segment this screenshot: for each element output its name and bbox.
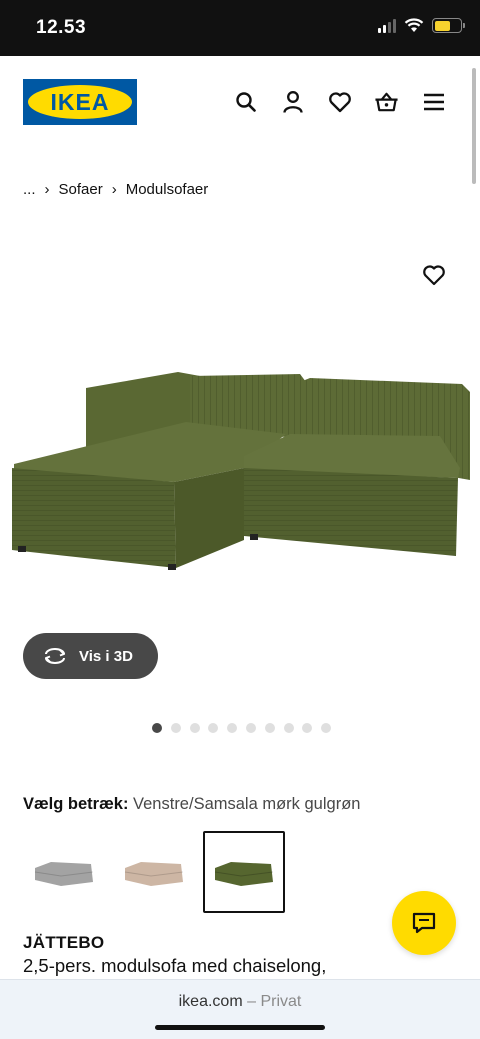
home-indicator[interactable] (155, 1025, 325, 1030)
rotate-3d-icon (45, 648, 65, 664)
product-name: JÄTTEBO (23, 933, 105, 952)
breadcrumb-item-sofaer[interactable]: Sofaer (59, 181, 103, 198)
status-time: 12.53 (36, 17, 87, 38)
cover-swatches (23, 831, 285, 913)
gallery-dot[interactable] (189, 723, 200, 733)
gallery-dot[interactable] (227, 723, 238, 733)
signal-icon (378, 18, 396, 33)
chat-icon (412, 912, 436, 934)
gallery-dot[interactable] (170, 723, 181, 733)
cover-label-heading: Vælg betræk: (23, 795, 129, 813)
status-icons (378, 18, 465, 33)
gallery-dot[interactable] (245, 723, 256, 733)
view-in-3d-button[interactable]: Vis i 3D (23, 633, 158, 679)
url-text[interactable]: ikea.com – Privat (0, 993, 480, 1011)
heart-icon[interactable] (327, 89, 352, 114)
wifi-icon (404, 18, 424, 32)
chat-button[interactable] (392, 891, 456, 955)
chevron-right-icon: › (111, 181, 117, 198)
battery-icon (432, 18, 465, 33)
breadcrumb: ... › Sofaer › Modulsofaer (23, 181, 208, 198)
ikea-logo[interactable]: IKEA (23, 79, 137, 125)
gallery-pagination (152, 723, 332, 733)
user-icon[interactable] (280, 89, 305, 114)
gallery-dot[interactable] (283, 723, 294, 733)
breadcrumb-ellipsis[interactable]: ... (23, 181, 36, 198)
logo-text: IKEA (50, 88, 110, 115)
swatch-beige[interactable] (113, 831, 195, 913)
gallery-dot[interactable] (321, 723, 332, 733)
swatch-dark-yellow-green-selected[interactable] (203, 831, 285, 913)
url-domain: ikea.com (178, 993, 243, 1010)
browser-address-bar[interactable]: ikea.com – Privat (0, 979, 480, 1039)
chevron-right-icon: › (44, 181, 50, 198)
site-header: IKEA (0, 56, 480, 156)
cover-label-value: Venstre/Samsala mørk gulgrøn (133, 795, 361, 813)
add-to-favourites-heart-icon[interactable] (422, 264, 446, 288)
cover-selection-label: Vælg betræk: Venstre/Samsala mørk gulgrø… (23, 795, 360, 814)
product-image[interactable] (0, 340, 480, 640)
product-description: 2,5-pers. modulsofa med chaiselong, (23, 955, 327, 976)
gallery-dot[interactable] (152, 723, 162, 733)
gallery-dot[interactable] (302, 723, 313, 733)
search-icon[interactable] (233, 89, 258, 114)
header-icons (233, 89, 446, 114)
basket-icon[interactable] (374, 89, 399, 114)
swatch-grey[interactable] (23, 831, 105, 913)
breadcrumb-item-modulsofaer[interactable]: Modulsofaer (126, 181, 209, 198)
menu-icon[interactable] (421, 89, 446, 114)
view-in-3d-label: Vis i 3D (79, 647, 133, 665)
gallery-dot[interactable] (264, 723, 275, 733)
private-mode-label: – Privat (247, 993, 302, 1010)
gallery-dot[interactable] (208, 723, 219, 733)
status-bar: 12.53 (0, 0, 480, 56)
